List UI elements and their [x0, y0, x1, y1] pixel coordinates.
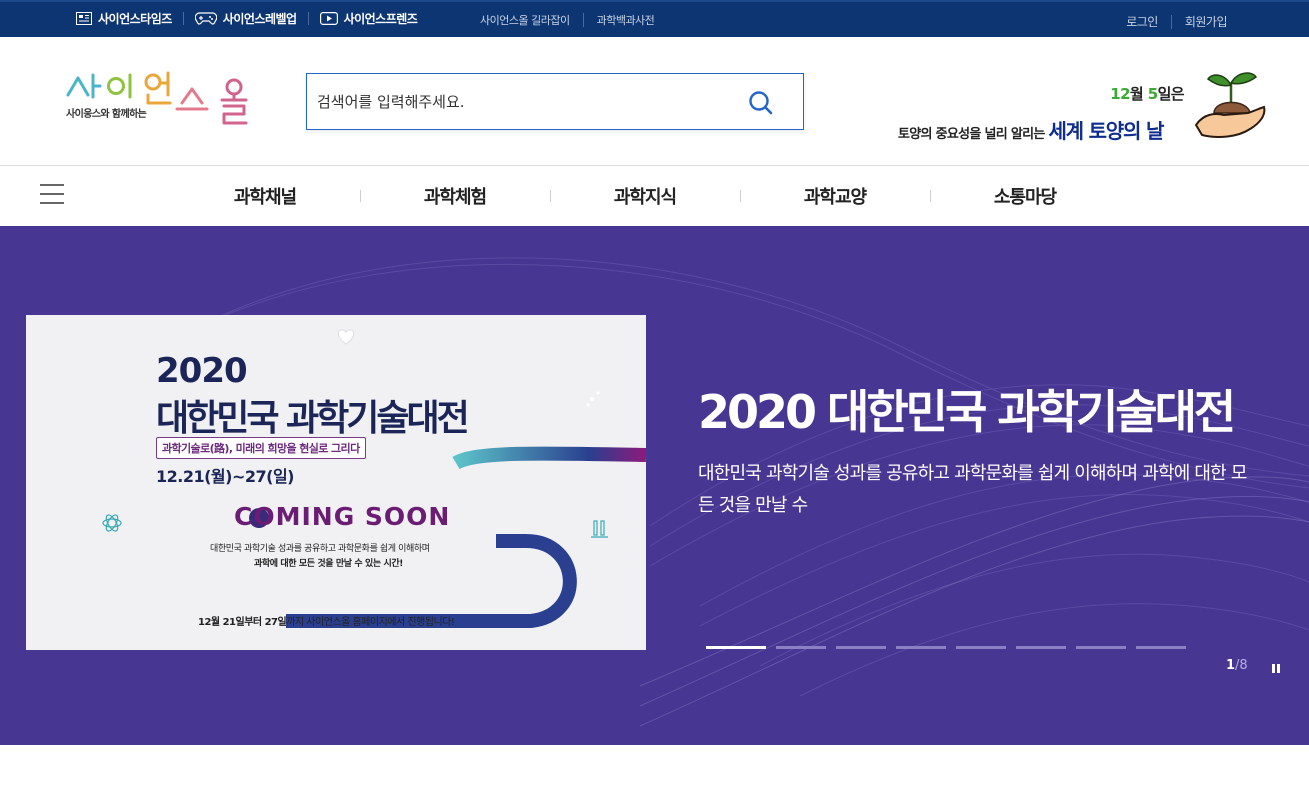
family-sites: 사이언스타임즈 사이언스레벨업 사이언스프렌즈 — [76, 10, 418, 27]
site-logo[interactable]: 사이웅스와 함께하는 — [64, 71, 264, 133]
banner-coming-soon: COMING SOON — [234, 502, 451, 531]
divider — [582, 13, 584, 27]
slide-title[interactable]: 2020 대한민국 과학기술대전 — [698, 376, 1236, 442]
utility-links: 사이언스올 길라잡이 과학백과사전 — [480, 12, 655, 28]
slide-dot-7[interactable] — [1076, 646, 1126, 649]
nav-item-science-experience[interactable]: 과학체험 — [360, 183, 550, 209]
divider — [1170, 14, 1172, 29]
family-site-label: 사이언스타임즈 — [98, 12, 172, 26]
main-navigation: 과학채널 과학체험 과학지식 과학교양 소통마당 — [0, 166, 1309, 226]
banner-description-bold: 과학에 대한 모든 것을 만날 수 있는 시간! — [254, 559, 403, 569]
nav-item-science-culture[interactable]: 과학교양 — [740, 183, 930, 209]
nav-item-science-knowledge[interactable]: 과학지식 — [550, 183, 740, 209]
banner-artwork — [26, 329, 646, 628]
newspaper-icon — [76, 12, 92, 25]
search-input[interactable] — [317, 88, 737, 116]
login-link[interactable]: 로그인 — [1126, 13, 1158, 30]
slide-dot-5[interactable] — [956, 646, 1006, 649]
nav-item-science-channel[interactable]: 과학채널 — [170, 183, 360, 209]
member-menu: 로그인 회원가입 — [1126, 13, 1228, 30]
nav-item-community[interactable]: 소통마당 — [930, 183, 1120, 209]
guide-link[interactable]: 사이언스올 길라잡이 — [480, 12, 570, 28]
banner-footnote: 12월 21일부터 27일까지 사이언스올 홈페이지에서 진행됩니다! — [198, 617, 455, 628]
play-icon — [319, 12, 338, 25]
hamburger-icon — [40, 202, 64, 204]
family-site-label: 사이언스프렌즈 — [343, 12, 418, 26]
site-header: 사이웅스와 함께하는 12월 5일은 토양의 중요성을 널리 알리는 세계 토양… — [0, 37, 1309, 166]
slide-dot-3[interactable] — [836, 646, 886, 649]
family-site-friends[interactable]: 사이언스프렌즈 — [319, 10, 418, 27]
all-menu-button[interactable] — [40, 184, 64, 206]
pause-icon — [1272, 664, 1275, 673]
promo-date: 12월 5일은 — [1110, 85, 1184, 103]
pause-icon — [1277, 664, 1280, 673]
slide-counter: 1/8 — [1226, 658, 1248, 673]
slide-pagination — [706, 646, 1196, 649]
slide-dot-1[interactable] — [706, 646, 766, 649]
slide-banner-image[interactable]: 2020 대한민국 과학기술대전 과학기술로(路), 미래의 희망을 현실로 그… — [26, 315, 646, 650]
search-box — [306, 73, 804, 130]
banner-year: 2020 — [156, 351, 248, 391]
slide-description: 대한민국 과학기술 성과를 공유하고 과학문화를 쉽게 이해하며 과학에 대한 … — [698, 463, 1247, 516]
banner-date: 12.21(월)~27(일) — [156, 467, 294, 486]
banner-tagline: 과학기술로(路), 미래의 희망을 현실로 그리다 — [156, 437, 366, 459]
promo-text: 토양의 중요성을 널리 알리는 세계 토양의 날 — [898, 119, 1164, 143]
hamburger-icon — [40, 193, 64, 195]
banner-title: 대한민국 과학기술대전 — [156, 398, 470, 439]
main-visual-slider: 2020 대한민국 과학기술대전 과학기술로(路), 미래의 희망을 현실로 그… — [0, 226, 1309, 745]
logo-tagline: 사이웅스와 함께하는 — [66, 109, 147, 120]
logo-wordmark — [66, 71, 248, 125]
promo-banner-soil-day[interactable]: 12월 5일은 토양의 중요성을 널리 알리는 세계 토양의 날 — [898, 67, 1268, 143]
hamburger-icon — [40, 184, 64, 186]
slide-dot-6[interactable] — [1016, 646, 1066, 649]
slide-dot-4[interactable] — [896, 646, 946, 649]
signup-link[interactable]: 회원가입 — [1185, 13, 1228, 30]
gnb-list: 과학채널 과학체험 과학지식 과학교양 소통마당 — [170, 166, 1120, 226]
sprout-hand-icon — [1194, 72, 1266, 138]
banner-description: 대한민국 과학기술 성과를 공유하고 과학문화를 쉽게 이해하며 — [210, 544, 430, 554]
slide-dot-2[interactable] — [776, 646, 826, 649]
search-button[interactable] — [747, 89, 775, 117]
family-site-label: 사이언스레벨업 — [222, 12, 297, 26]
top-utility-bar: 사이언스타임즈 사이언스레벨업 사이언스프렌즈 사이언스올 길라잡이 과학백과사… — [0, 0, 1309, 37]
slide-dot-8[interactable] — [1136, 646, 1186, 649]
encyclopedia-link[interactable]: 과학백과사전 — [597, 12, 655, 28]
divider — [307, 12, 309, 25]
search-icon — [749, 91, 773, 115]
family-site-sciencetimes[interactable]: 사이언스타임즈 — [76, 10, 172, 27]
family-site-levelup[interactable]: 사이언스레벨업 — [194, 10, 297, 27]
divider — [182, 12, 184, 25]
slide-pause-button[interactable] — [1270, 662, 1282, 676]
gamepad-icon — [194, 12, 217, 25]
